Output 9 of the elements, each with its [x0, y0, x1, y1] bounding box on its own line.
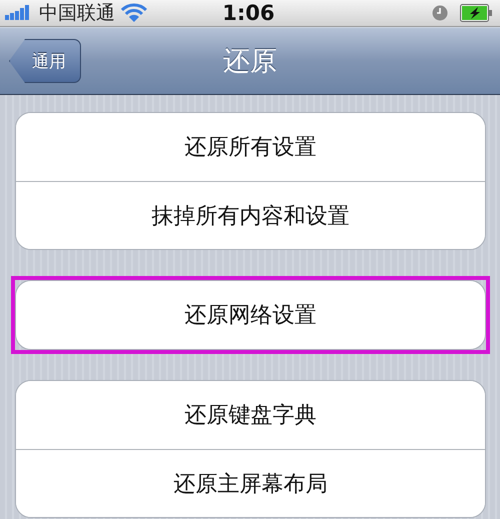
clock-time: 1:06	[222, 1, 275, 25]
carrier-name: 中国联通	[39, 1, 115, 26]
settings-row[interactable]: 抹掉所有内容和设置	[16, 181, 485, 249]
wifi-icon	[121, 3, 147, 23]
clock-icon	[432, 5, 448, 21]
settings-row[interactable]: 还原主屏幕布局	[16, 449, 485, 517]
back-button[interactable]: 通用	[9, 39, 81, 83]
settings-row[interactable]: 还原网络设置	[16, 281, 485, 349]
screen-title: 还原	[223, 45, 277, 79]
